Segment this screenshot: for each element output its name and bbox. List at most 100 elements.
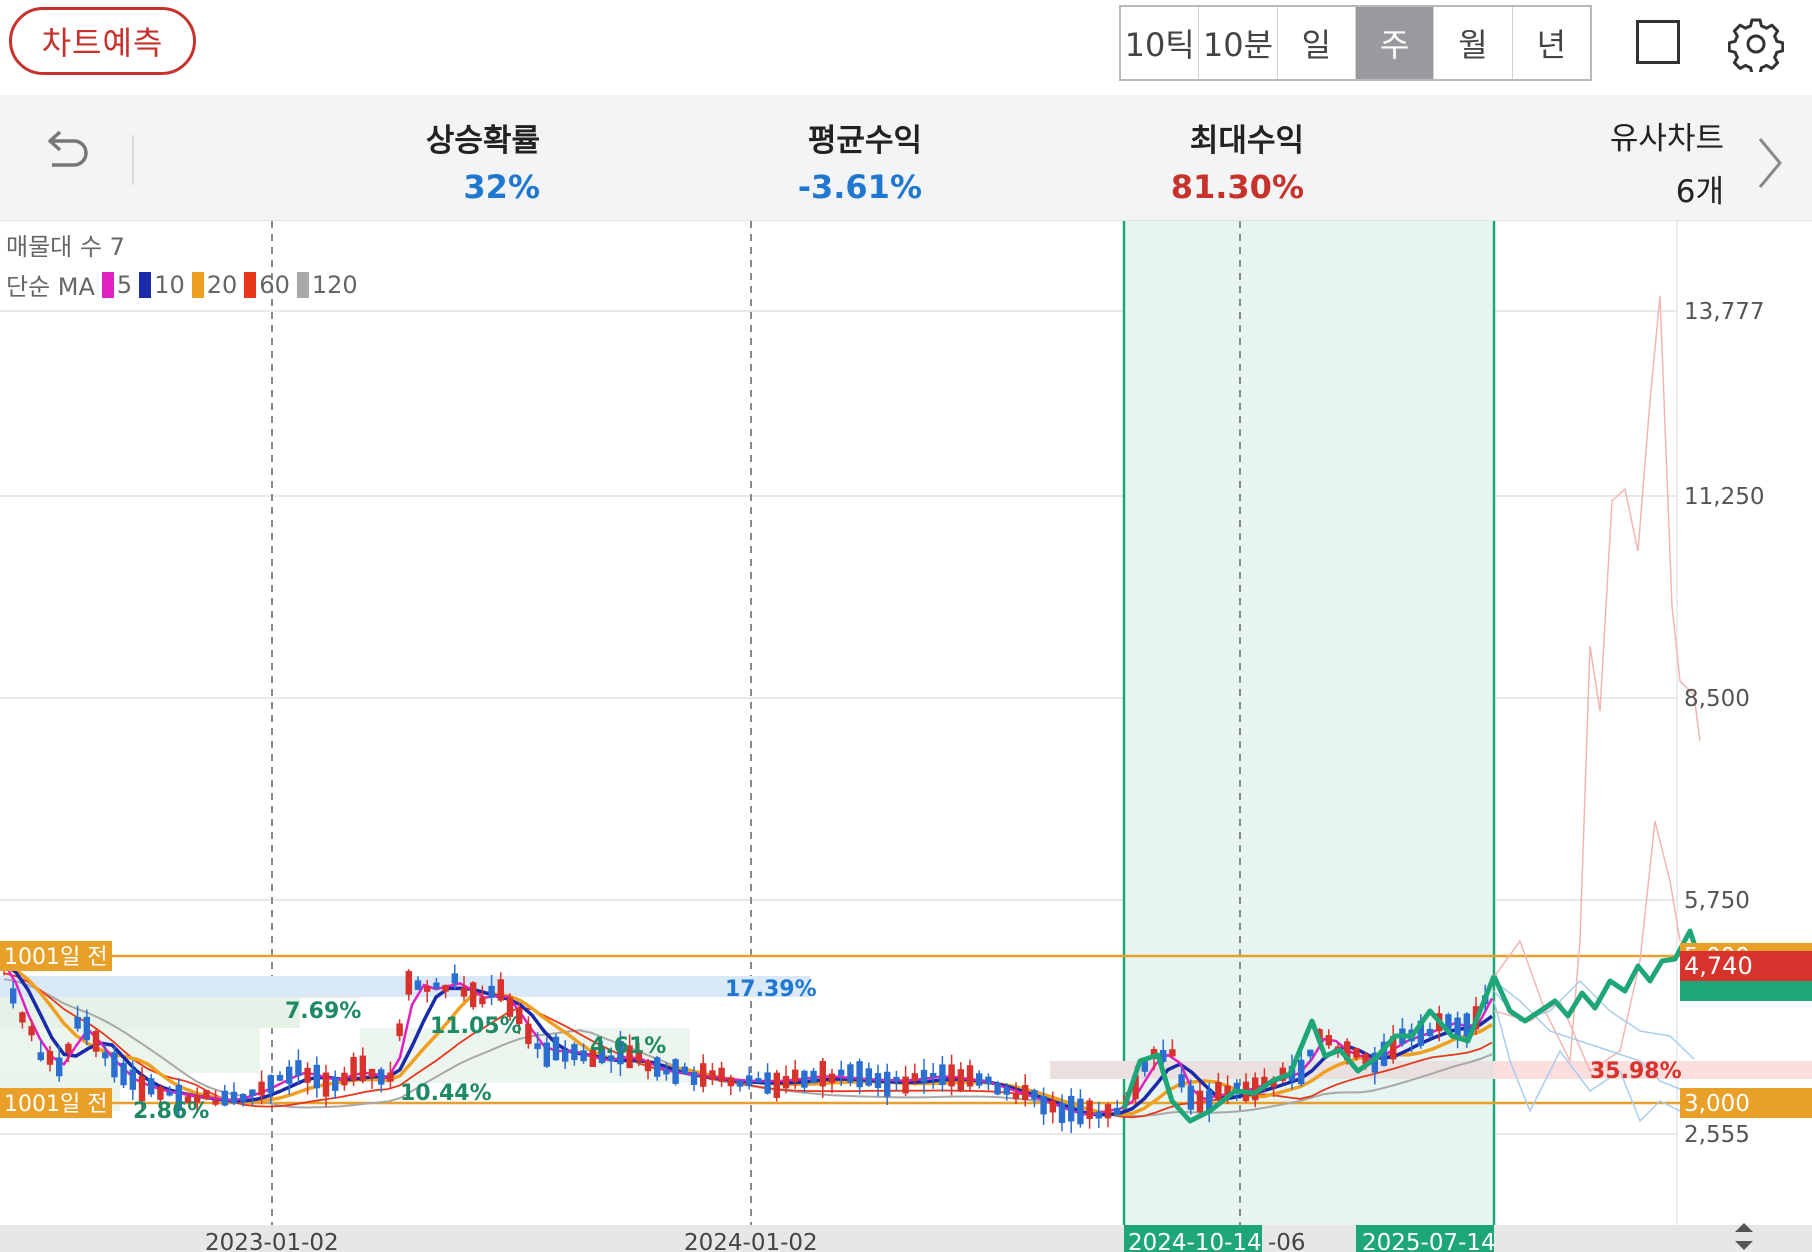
candle-body	[856, 1061, 863, 1088]
candle-body	[1040, 1096, 1047, 1115]
candle-body	[782, 1075, 790, 1089]
period-selector: 10틱 10분 일 주 월 년	[1119, 5, 1592, 81]
candle-body	[746, 1075, 753, 1086]
candle-body	[681, 1066, 688, 1074]
candle-body	[948, 1064, 955, 1087]
summary-divider	[132, 135, 134, 185]
range-box	[1050, 1061, 1494, 1079]
candle-body	[19, 1012, 26, 1023]
ma20-swatch	[191, 271, 204, 298]
candle-body	[350, 1056, 357, 1081]
ma10-label: 10	[154, 270, 185, 299]
candle-body	[83, 1016, 90, 1041]
candle-body	[764, 1072, 771, 1094]
average-return: 평균수익 -3.61%	[780, 115, 922, 206]
rise-probability: 상승확률 32%	[400, 115, 540, 206]
ma-legend: 단순 MA 5 10 20 60 120	[6, 267, 358, 302]
candle-body	[102, 1052, 109, 1059]
candle-body	[1187, 1085, 1194, 1110]
candle-body	[930, 1072, 937, 1078]
candle-body	[240, 1094, 247, 1102]
average-return-label: 평균수익	[807, 123, 922, 159]
max-return: 최대수익 81.30%	[1140, 115, 1304, 206]
period-year[interactable]: 년	[1513, 7, 1590, 79]
chart-predict-button[interactable]: 차트예측	[9, 7, 196, 75]
candle-body	[56, 1057, 63, 1077]
candle-body	[792, 1069, 799, 1083]
candle-body	[571, 1044, 578, 1061]
selection-mid-label: -06	[1268, 1230, 1306, 1252]
candle-body	[221, 1090, 228, 1106]
candle-body	[1298, 1059, 1305, 1085]
price-chart-canvas: 7.69% 17.39% 11.05% 4.61% 10.44% 2.86% 3…	[0, 221, 1812, 1252]
y-tick-label: 5,750	[1684, 888, 1750, 914]
candle-body	[773, 1072, 780, 1098]
range-label: 7.69%	[285, 999, 361, 1024]
candle-body	[286, 1066, 293, 1084]
candle-body	[552, 1036, 560, 1061]
candle-body	[212, 1100, 219, 1105]
gear-icon[interactable]	[1728, 16, 1784, 72]
price-chart[interactable]: 7.69% 17.39% 11.05% 4.61% 10.44% 2.86% 3…	[0, 221, 1812, 1252]
candle-body	[46, 1051, 54, 1065]
candle-body	[433, 982, 440, 989]
range-label: 17.39%	[725, 977, 817, 1002]
candle-body	[700, 1063, 707, 1087]
candle-body	[884, 1071, 891, 1097]
candle-body	[709, 1070, 716, 1080]
candle-body	[396, 1023, 403, 1037]
range-label: 4.61%	[590, 1034, 666, 1059]
candle-body	[341, 1072, 348, 1086]
candle-body	[359, 1055, 366, 1082]
range-label: 11.05%	[430, 1014, 522, 1039]
fullscreen-square-icon[interactable]	[1636, 20, 1680, 64]
candle-body	[819, 1060, 826, 1087]
candle-body	[1353, 1048, 1360, 1058]
candle-body	[332, 1077, 339, 1091]
candle-body	[1086, 1100, 1093, 1120]
candle-body	[249, 1089, 256, 1096]
x-tick-label: 2024-01-02	[684, 1230, 818, 1252]
candle-body	[1095, 1111, 1102, 1119]
y-tick-label: 13,777	[1684, 299, 1764, 325]
undo-icon[interactable]	[38, 125, 94, 181]
candle-body	[111, 1052, 118, 1078]
price-tag-current-text: 4,740	[1684, 952, 1753, 980]
volume-profile-legend: 매물대 수 7	[6, 233, 125, 261]
candle-body	[74, 1016, 81, 1029]
candle-body	[736, 1080, 744, 1087]
ma5-label: 5	[116, 270, 133, 299]
prediction-summary: 상승확률 32% 평균수익 -3.61% 최대수익 81.30% 유사차트 6개	[0, 95, 1812, 221]
period-10min[interactable]: 10분	[1199, 7, 1278, 79]
candle-body	[801, 1070, 808, 1088]
y-tick-label: 8,500	[1684, 686, 1750, 712]
chevron-right-icon[interactable]	[1752, 133, 1788, 193]
ma20-label: 20	[206, 270, 238, 299]
candle-body	[313, 1064, 320, 1089]
candle-body	[276, 1074, 284, 1081]
candle-body	[920, 1069, 928, 1083]
similar-charts[interactable]: 유사차트 6개	[1610, 113, 1724, 211]
candle-body	[451, 973, 458, 984]
period-day[interactable]: 일	[1278, 7, 1356, 79]
candle-body	[810, 1070, 817, 1084]
candle-body	[1068, 1095, 1075, 1122]
candle-body	[976, 1073, 983, 1086]
candle-body	[138, 1075, 146, 1102]
period-10tick[interactable]: 10틱	[1121, 7, 1200, 79]
max-return-value: 81.30%	[1170, 168, 1304, 206]
candle-body	[1003, 1087, 1010, 1095]
period-week[interactable]: 주	[1355, 7, 1435, 79]
candle-body	[1141, 1061, 1148, 1072]
candle-body	[562, 1049, 569, 1062]
ma10-swatch	[139, 271, 152, 298]
candle-body	[378, 1069, 385, 1085]
top-toolbar: 차트예측 10틱 10분 일 주 월 년	[0, 0, 1812, 95]
period-month[interactable]: 월	[1434, 7, 1513, 79]
candle-body	[902, 1076, 909, 1094]
similar-charts-count: 6개	[1675, 174, 1724, 210]
candle-body	[129, 1069, 136, 1090]
similar-chart-line	[1493, 295, 1701, 1064]
candle-body	[1022, 1085, 1029, 1101]
y-tick-label: 11,250	[1684, 484, 1764, 510]
